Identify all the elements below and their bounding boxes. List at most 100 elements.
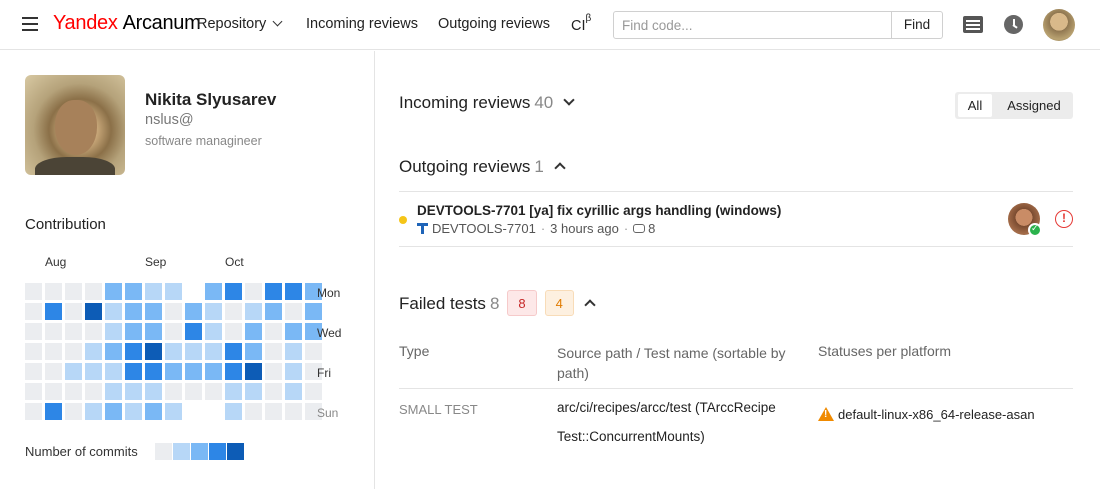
contribution-cell[interactable] <box>285 343 302 360</box>
contribution-cell[interactable] <box>225 383 242 400</box>
nav-incoming-reviews[interactable]: Incoming reviews <box>306 16 418 32</box>
find-button[interactable]: Find <box>891 12 942 38</box>
contribution-cell[interactable] <box>185 283 202 300</box>
contribution-cell[interactable] <box>85 303 102 320</box>
clock-icon[interactable] <box>1004 15 1023 34</box>
incoming-reviews-toggle[interactable]: Incoming reviews 40 <box>399 93 575 113</box>
search-input[interactable] <box>614 12 892 38</box>
contribution-cell[interactable] <box>145 403 162 420</box>
contribution-cell[interactable] <box>205 323 222 340</box>
contribution-cell[interactable] <box>225 303 242 320</box>
contribution-cell[interactable] <box>25 323 42 340</box>
contribution-cell[interactable] <box>65 343 82 360</box>
contribution-cell[interactable] <box>85 383 102 400</box>
contribution-cell[interactable] <box>165 323 182 340</box>
contribution-cell[interactable] <box>25 283 42 300</box>
reviewer-avatar[interactable] <box>1008 203 1042 237</box>
contribution-cell[interactable] <box>245 343 262 360</box>
contribution-cell[interactable] <box>125 363 142 380</box>
contribution-cell[interactable] <box>225 283 242 300</box>
alert-icon[interactable]: ! <box>1055 210 1073 228</box>
contribution-cell[interactable] <box>165 363 182 380</box>
contribution-cell[interactable] <box>45 383 62 400</box>
review-item[interactable]: DEVTOOLS-7701 [ya] fix cyrillic args han… <box>399 191 1073 247</box>
contribution-cell[interactable] <box>85 323 102 340</box>
column-source-path[interactable]: Source path / Test name (sortable by pat… <box>557 343 797 383</box>
nav-repository[interactable]: Repository <box>197 16 283 32</box>
filter-all[interactable]: All <box>958 94 992 117</box>
contribution-cell[interactable] <box>105 283 122 300</box>
contribution-cell[interactable] <box>125 303 142 320</box>
contribution-cell[interactable] <box>285 323 302 340</box>
contribution-cell[interactable] <box>85 343 102 360</box>
contribution-cell[interactable] <box>285 383 302 400</box>
contribution-cell[interactable] <box>125 403 142 420</box>
flaky-badge[interactable]: 4 <box>544 290 574 316</box>
contribution-cell[interactable] <box>265 363 282 380</box>
test-path[interactable]: arc/ci/recipes/arcc/test (TArccRecipeTes… <box>557 393 777 451</box>
contribution-cell[interactable] <box>225 363 242 380</box>
contribution-cell[interactable] <box>145 383 162 400</box>
contribution-cell[interactable] <box>265 303 282 320</box>
menu-icon[interactable] <box>22 17 38 31</box>
contribution-cell[interactable] <box>305 343 322 360</box>
contribution-cell[interactable] <box>105 363 122 380</box>
contribution-cell[interactable] <box>25 363 42 380</box>
contribution-cell[interactable] <box>245 403 262 420</box>
contribution-cell[interactable] <box>205 383 222 400</box>
contribution-cell[interactable] <box>45 303 62 320</box>
contribution-cell[interactable] <box>85 403 102 420</box>
contribution-cell[interactable] <box>145 323 162 340</box>
contribution-cell[interactable] <box>245 363 262 380</box>
contribution-cell[interactable] <box>85 363 102 380</box>
contribution-cell[interactable] <box>205 363 222 380</box>
contribution-cell[interactable] <box>185 363 202 380</box>
contribution-cell[interactable] <box>45 343 62 360</box>
contribution-cell[interactable] <box>185 403 202 420</box>
contribution-cell[interactable] <box>225 403 242 420</box>
contribution-cell[interactable] <box>165 343 182 360</box>
contribution-cell[interactable] <box>125 383 142 400</box>
contribution-cell[interactable] <box>45 323 62 340</box>
failed-tests-toggle[interactable]: Failed tests 8 8 4 <box>399 290 596 317</box>
failed-badge[interactable]: 8 <box>507 290 537 316</box>
contribution-cell[interactable] <box>265 323 282 340</box>
filter-assigned[interactable]: Assigned <box>999 94 1069 117</box>
contribution-cell[interactable] <box>125 323 142 340</box>
contribution-cell[interactable] <box>165 383 182 400</box>
contribution-cell[interactable] <box>205 403 222 420</box>
contribution-cell[interactable] <box>125 283 142 300</box>
contribution-cell[interactable] <box>185 343 202 360</box>
contribution-cell[interactable] <box>285 403 302 420</box>
list-icon[interactable] <box>963 16 983 33</box>
contribution-cell[interactable] <box>165 403 182 420</box>
contribution-cell[interactable] <box>105 323 122 340</box>
contribution-cell[interactable] <box>65 303 82 320</box>
contribution-cell[interactable] <box>205 303 222 320</box>
contribution-cell[interactable] <box>65 383 82 400</box>
contribution-cell[interactable] <box>185 303 202 320</box>
nav-outgoing-reviews[interactable]: Outgoing reviews <box>438 16 550 32</box>
contribution-cell[interactable] <box>265 283 282 300</box>
contribution-cell[interactable] <box>105 383 122 400</box>
contribution-cell[interactable] <box>145 303 162 320</box>
contribution-cell[interactable] <box>45 363 62 380</box>
contribution-cell[interactable] <box>205 343 222 360</box>
contribution-cell[interactable] <box>285 283 302 300</box>
contribution-cell[interactable] <box>225 343 242 360</box>
contribution-cell[interactable] <box>105 403 122 420</box>
contribution-cell[interactable] <box>265 343 282 360</box>
contribution-cell[interactable] <box>205 283 222 300</box>
contribution-cell[interactable] <box>245 283 262 300</box>
logo[interactable]: Yandex Arcanum <box>53 12 201 35</box>
contribution-cell[interactable] <box>225 323 242 340</box>
contribution-cell[interactable] <box>305 383 322 400</box>
contribution-cell[interactable] <box>145 343 162 360</box>
contribution-cell[interactable] <box>105 303 122 320</box>
contribution-cell[interactable] <box>25 403 42 420</box>
contribution-cell[interactable] <box>265 383 282 400</box>
contribution-cell[interactable] <box>145 363 162 380</box>
contribution-cell[interactable] <box>305 303 322 320</box>
contribution-cell[interactable] <box>85 283 102 300</box>
contribution-cell[interactable] <box>285 363 302 380</box>
